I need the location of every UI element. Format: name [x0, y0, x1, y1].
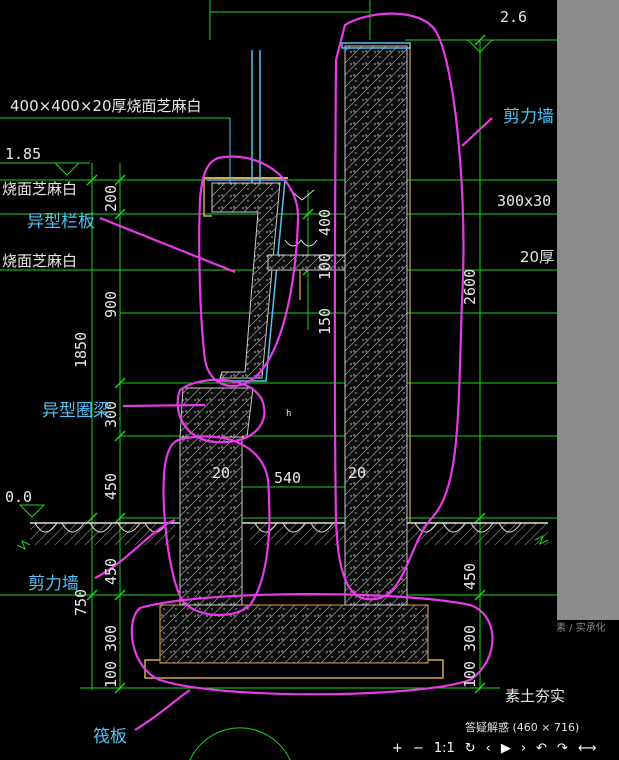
dim-v-100c: 100 — [461, 661, 479, 688]
image-size-caption: 答疑解惑 (460 × 716) — [465, 721, 580, 734]
dim-v-1850: 1850 — [72, 332, 90, 368]
viewer-toolbar: + − 1:1 ↻ ‹ ▶ › ↶ ↷ ⟷ — [392, 736, 619, 760]
dim-thickness-20a: 20 — [212, 464, 230, 482]
faint-text: 素 / 实承化 — [556, 621, 606, 634]
label-shear-wall-bottom: 剪力墙 — [28, 574, 79, 594]
next-icon[interactable]: › — [521, 741, 526, 756]
dim-v-2600: 2600 — [461, 269, 479, 305]
prev-icon[interactable]: ‹ — [486, 741, 491, 756]
dim-v-450a: 450 — [102, 473, 120, 500]
play-icon[interactable]: ▶ — [501, 741, 511, 756]
dim-v-900: 900 — [102, 291, 120, 318]
label-special-ring-beam: 异型圈梁 — [42, 401, 110, 421]
note-left-1: 烧面芝麻白 — [2, 180, 77, 198]
dim-thickness-20b: 20 — [348, 464, 366, 482]
label-special-rail: 异型栏板 — [27, 212, 95, 232]
partial-circle-mark — [189, 727, 291, 760]
note-soil: 素土夯实 — [505, 687, 565, 705]
dim-h-540: 540 — [274, 469, 301, 487]
note-top-slab-spec: 400×400×20厚烧面芝麻白 — [10, 97, 202, 115]
viewer-side-panel — [557, 0, 619, 620]
special-parapet — [203, 50, 288, 382]
dim-v-100b: 100 — [316, 253, 334, 280]
dim-v-300c: 300 — [461, 625, 479, 652]
dim-v-200: 200 — [102, 185, 120, 212]
raft-slab — [144, 604, 444, 679]
elev-left-top: 1.85 — [5, 145, 41, 163]
label-raft: 筏板 — [93, 727, 127, 747]
actual-size-button[interactable]: 1:1 — [434, 741, 455, 756]
redo-icon[interactable]: ↷ — [557, 741, 568, 756]
ground-line — [16, 522, 549, 551]
dim-v-100a: 100 — [102, 661, 120, 688]
undo-icon[interactable]: ↶ — [536, 741, 547, 756]
zoom-out-button[interactable]: − — [413, 741, 424, 756]
small-mark: h — [286, 409, 291, 419]
ring-beam — [179, 387, 254, 438]
note-left-2: 烧面芝麻白 — [2, 252, 77, 270]
dim-v-150: 150 — [316, 308, 334, 335]
fit-icon[interactable]: ⟷ — [578, 741, 597, 756]
elev-top-right: 2.6 — [500, 8, 527, 26]
left-shear-wall — [179, 436, 243, 606]
elev-ground: 0.0 — [5, 488, 32, 506]
dim-v-400: 400 — [316, 209, 334, 236]
label-shear-wall-top: 剪力墙 — [503, 107, 554, 127]
dim-v-450c: 450 — [461, 563, 479, 590]
zoom-in-button[interactable]: + — [392, 741, 403, 756]
rotate-icon[interactable]: ↻ — [465, 741, 476, 756]
note-right-1: 300x30 — [497, 192, 551, 210]
cad-drawing-canvas: 2.6 400×400×20厚烧面芝麻白 1.85 烧面芝麻白 烧面芝麻白 30… — [0, 0, 606, 760]
dim-v-450b: 450 — [102, 558, 120, 585]
dim-v-300b: 300 — [102, 625, 120, 652]
note-right-2: 20厚 — [520, 248, 554, 266]
tall-shear-wall — [341, 42, 411, 606]
